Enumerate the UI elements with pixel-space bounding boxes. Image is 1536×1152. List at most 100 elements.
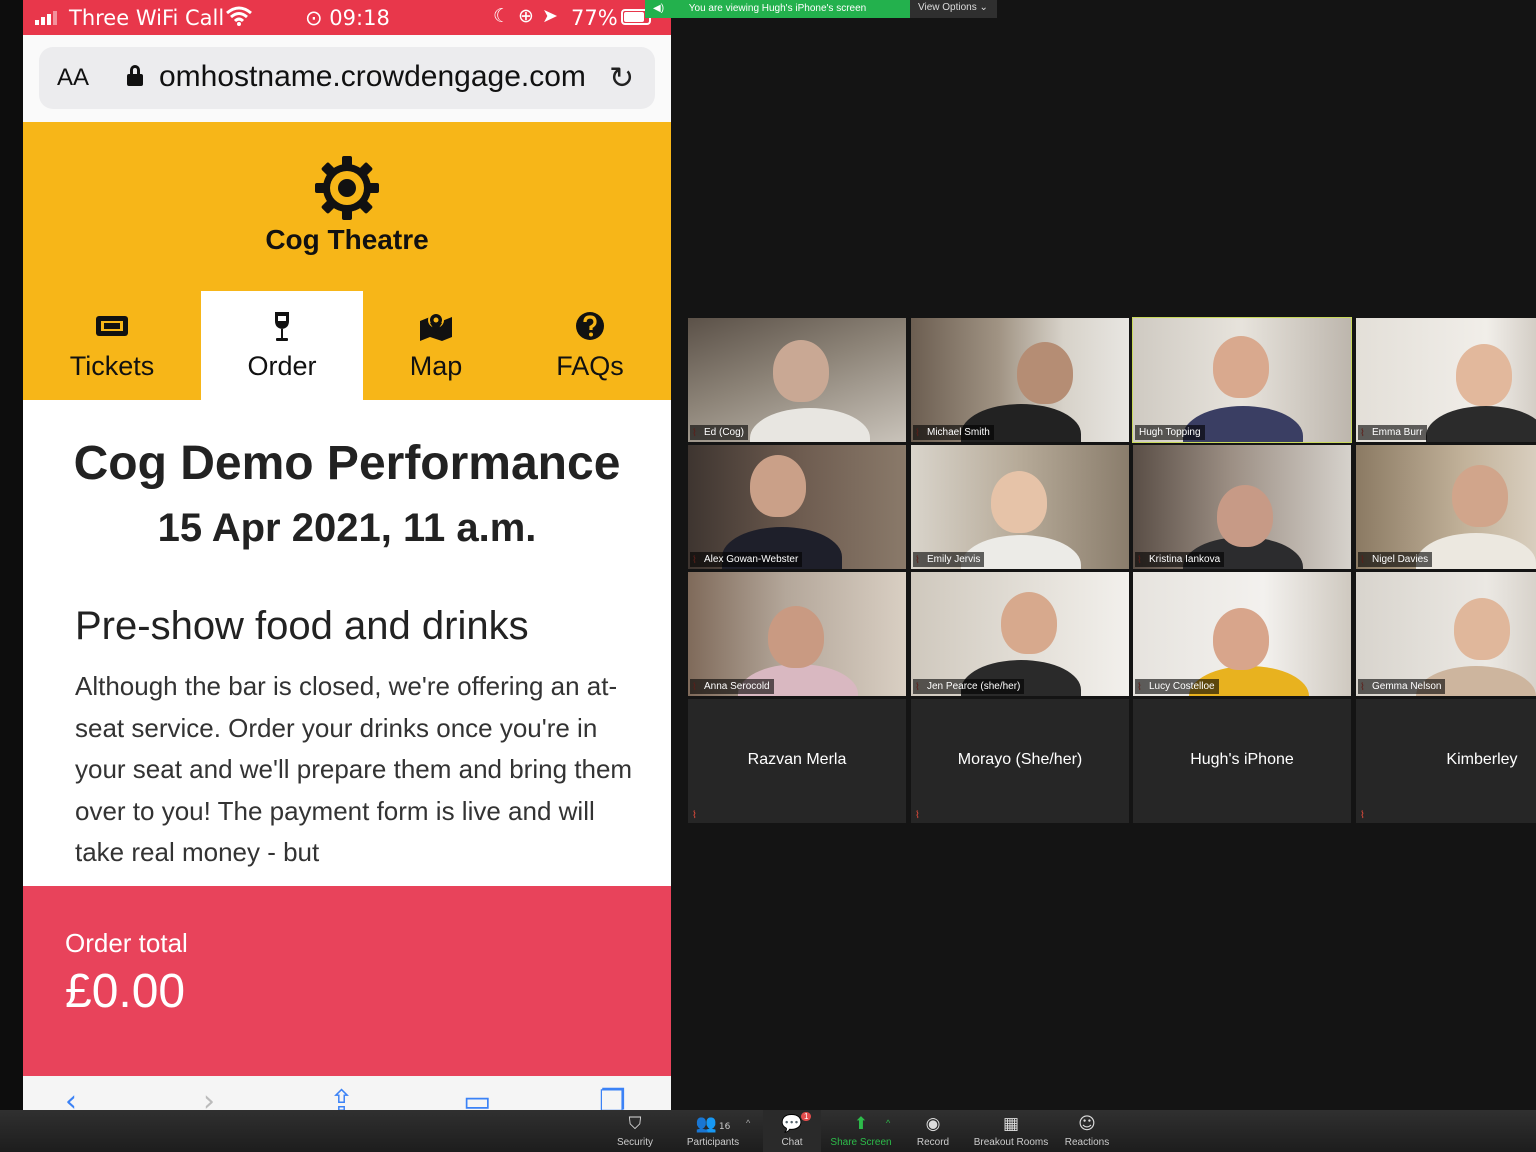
no-video-tile[interactable]: Morayo (She/her) ⌇	[911, 699, 1129, 823]
muted-mic-icon: ⌇	[692, 810, 697, 821]
reactions-label: Reactions	[1064, 1137, 1110, 1148]
participants-icon: 👥 16	[695, 1114, 731, 1134]
window-edge	[0, 0, 23, 1110]
battery-percent: 77%	[571, 6, 618, 30]
performance-title: Cog Demo Performance	[73, 437, 621, 490]
video-tile[interactable]: ⌇ Anna Serocold	[688, 572, 906, 696]
forward-icon[interactable]: ›	[203, 1084, 215, 1110]
share-caret-icon[interactable]: ^	[886, 1118, 890, 1128]
section-title: Pre-show food and drinks	[75, 604, 529, 648]
video-tile[interactable]: ⌇ Kristina Iankova	[1133, 445, 1351, 569]
share-screen-button[interactable]: ⬆ Share Screen	[828, 1110, 894, 1152]
status-icons: ☾⊕➤	[493, 5, 566, 27]
participants-caret-icon[interactable]: ^	[746, 1118, 750, 1128]
participant-name: Alex Gowan-Webster	[690, 552, 803, 567]
video-tile[interactable]: ⌇ Michael Smith	[911, 318, 1129, 442]
no-video-tile[interactable]: Hugh's iPhone	[1133, 699, 1351, 823]
tab-order[interactable]: Order	[201, 291, 363, 400]
video-tile-active-speaker[interactable]: Hugh Topping	[1132, 317, 1352, 443]
order-total-label: Order total	[65, 928, 188, 958]
video-tile[interactable]: ⌇ Gemma Nelson	[1356, 572, 1536, 696]
no-video-tile[interactable]: Razvan Merla ⌇	[688, 699, 906, 823]
viewing-banner-text: You are viewing Hugh's iPhone's screen	[688, 3, 867, 14]
participant-name: Emily Jervis	[913, 552, 985, 567]
carrier-label: Three WiFi Call	[69, 6, 225, 30]
participants-button[interactable]: 👥 16 Participants	[680, 1110, 746, 1152]
bookmarks-icon[interactable]: ▭	[463, 1084, 491, 1110]
reload-icon[interactable]: ↻	[609, 61, 634, 96]
no-video-tile[interactable]: Kimberley ⌇	[1356, 699, 1536, 823]
share-icon[interactable]: ⇪	[329, 1084, 354, 1110]
shield-icon: ⛉	[628, 1114, 642, 1134]
wifi-icon	[226, 5, 252, 32]
participant-name: Morayo (She/her)	[957, 751, 1083, 768]
video-tile[interactable]: ⌇ Emily Jervis	[911, 445, 1129, 569]
tab-label: Order	[247, 351, 317, 381]
viewing-screen-banner: ◀) You are viewing Hugh's iPhone's scree…	[645, 0, 910, 18]
site-tabs: Tickets Order Map FAQs	[23, 291, 671, 400]
participant-name: Hugh Topping	[1135, 425, 1205, 440]
meeting-toolbar: ⛉ Security 👥 16 Participants ^ 💬 1 Chat ⬆…	[0, 1110, 1536, 1152]
breakout-rooms-label: Breakout Rooms	[973, 1137, 1049, 1148]
moon-icon: ☾	[493, 5, 519, 27]
participant-name: Lucy Costelloe	[1135, 679, 1219, 694]
theatre-name: Cog Theatre	[265, 224, 429, 255]
video-tile[interactable]: ⌇ Jen Pearce (she/her)	[911, 572, 1129, 696]
tab-tickets[interactable]: Tickets	[43, 291, 181, 400]
orientation-lock-icon: ⊕	[518, 5, 542, 27]
record-button[interactable]: ◉ Record	[908, 1110, 958, 1152]
participant-name: Hugh's iPhone	[1190, 751, 1294, 768]
shared-phone-screen[interactable]: Three WiFi Call ⊙ 09:18 ☾⊕➤ 77% AA omhos…	[23, 0, 671, 1110]
url-text[interactable]: omhostname.crowdengage.com	[159, 60, 586, 94]
participant-name: Ed (Cog)	[690, 425, 749, 440]
record-label: Record	[916, 1137, 950, 1148]
security-button[interactable]: ⛉ Security	[608, 1110, 662, 1152]
participant-name: Jen Pearce (she/her)	[913, 679, 1025, 694]
participants-count: 16	[718, 1122, 731, 1132]
tab-map[interactable]: Map	[369, 291, 503, 400]
share-screen-icon: ⬆	[853, 1114, 869, 1134]
view-options-button[interactable]: View Options ⌄	[910, 0, 997, 18]
text-size-button[interactable]: AA	[57, 64, 89, 92]
back-icon[interactable]: ‹	[65, 1084, 77, 1110]
time-label: 09:18	[329, 6, 390, 30]
reactions-icon: ☺	[1078, 1114, 1096, 1134]
breakout-rooms-button[interactable]: ▦ Breakout Rooms	[970, 1110, 1052, 1152]
participants-label: Participants	[686, 1137, 740, 1148]
participant-name: Emma Burr	[1358, 425, 1427, 440]
breakout-rooms-icon: ▦	[1002, 1114, 1020, 1134]
video-tile[interactable]: ⌇ Ed (Cog)	[688, 318, 906, 442]
muted-mic-icon: ⌇	[1360, 810, 1365, 821]
muted-mic-icon: ⌇	[915, 810, 920, 821]
reactions-button[interactable]: ☺ Reactions	[1062, 1110, 1112, 1152]
order-page-content: Cog Demo Performance 15 Apr 2021, 11 a.m…	[23, 400, 671, 886]
address-bar[interactable]: AA omhostname.crowdengage.com ↻	[39, 47, 655, 109]
participant-name: Razvan Merla	[747, 751, 847, 768]
order-total-value: £0.00	[65, 965, 186, 1018]
chat-button[interactable]: 💬 1 Chat	[763, 1110, 821, 1152]
participant-name: Nigel Davies	[1358, 552, 1433, 567]
video-tile[interactable]: ⌇ Lucy Costelloe	[1133, 572, 1351, 696]
chat-icon: 💬	[781, 1114, 803, 1134]
tab-faqs[interactable]: FAQs	[523, 291, 657, 400]
location-icon: ➤	[541, 5, 566, 27]
video-tile[interactable]: ⌇ Alex Gowan-Webster	[688, 445, 906, 569]
question-circle-icon	[523, 311, 657, 341]
participant-name: Gemma Nelson	[1358, 679, 1446, 694]
participant-name: Kimberley	[1446, 751, 1518, 768]
participant-name: Kristina Iankova	[1135, 552, 1225, 567]
video-tile[interactable]: ⌇ Emma Burr	[1356, 318, 1536, 442]
tab-label: Tickets	[69, 351, 155, 381]
participant-name: Michael Smith	[913, 425, 994, 440]
cog-logo-icon	[313, 154, 381, 222]
signal-icon	[35, 9, 57, 25]
video-tile[interactable]: ⌇ Nigel Davies	[1356, 445, 1536, 569]
screen-record-icon: ⊙	[305, 6, 323, 30]
ticket-icon	[43, 311, 181, 341]
chat-label: Chat	[781, 1137, 803, 1148]
safari-address-area: AA omhostname.crowdengage.com ↻	[23, 35, 671, 122]
tabs-icon[interactable]: ❐	[599, 1084, 626, 1110]
order-total-panel[interactable]: Order total £0.00	[23, 886, 671, 1076]
participant-name: Anna Serocold	[690, 679, 774, 694]
zoom-window: Three WiFi Call ⊙ 09:18 ☾⊕➤ 77% AA omhos…	[0, 0, 1536, 1152]
